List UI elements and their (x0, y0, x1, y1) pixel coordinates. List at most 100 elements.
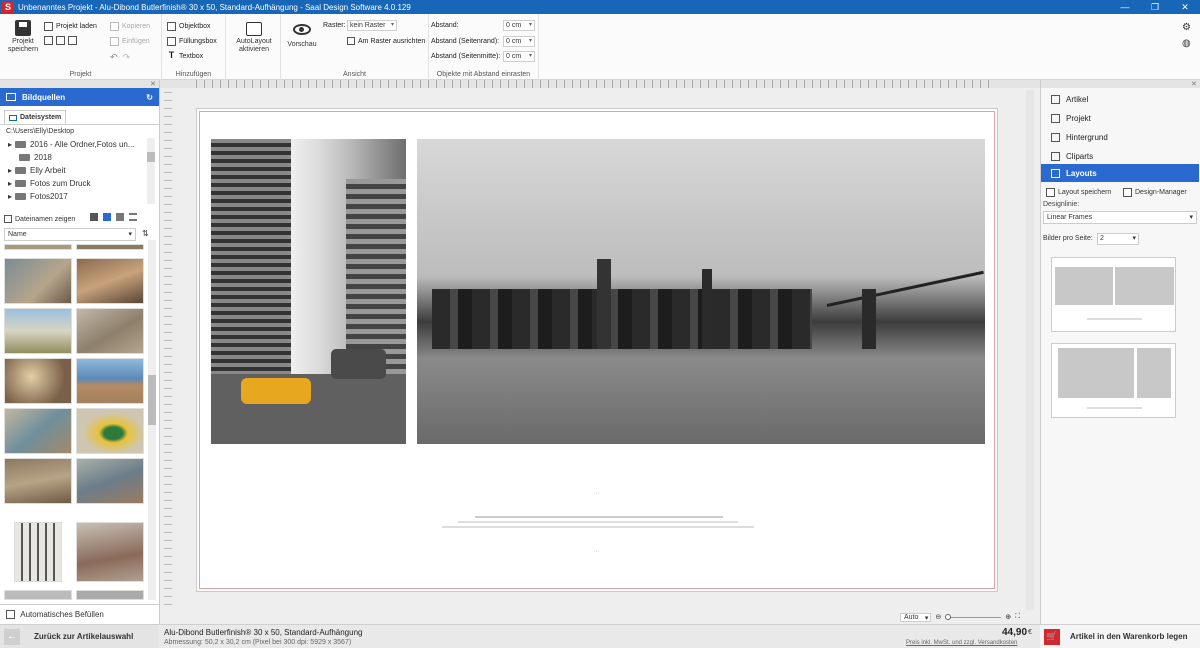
print-icon[interactable] (68, 36, 77, 45)
nav-projekt[interactable]: Projekt (1041, 109, 1199, 127)
textbox-button[interactable]: T Textbox (167, 51, 204, 61)
text-placeholder-line (475, 516, 723, 518)
image-thumbnail[interactable] (76, 358, 144, 404)
image-thumbnail[interactable] (76, 258, 144, 304)
image-thumbnail[interactable] (76, 244, 144, 250)
image-thumbnail[interactable] (4, 258, 72, 304)
fit-screen-icon[interactable]: ⛶ (1015, 613, 1020, 621)
export-icon[interactable] (56, 36, 65, 45)
product-dimensions: Abmessung: 50,2 x 30,2 cm (Pixel bei 300… (164, 639, 352, 646)
am-raster-checkbox[interactable]: Am Raster ausrichten (347, 37, 425, 45)
new-doc-buttons[interactable] (44, 36, 80, 45)
image-thumbnail[interactable] (76, 308, 144, 354)
autolayout-button[interactable]: AutoLayout aktivieren (228, 22, 280, 54)
undo-redo[interactable]: ↶ ↷ (110, 52, 130, 63)
grid-medium-icon[interactable] (103, 213, 111, 221)
objektbox-button[interactable]: Objektbox (167, 22, 211, 31)
bilder-pro-seite-dropdown[interactable]: 2 ▾ (1097, 233, 1139, 245)
show-filenames-checkbox[interactable]: Dateinamen zeigen (4, 215, 75, 223)
nav-cliparts[interactable]: Cliparts (1041, 147, 1199, 165)
load-project-button[interactable]: Projekt laden (44, 22, 97, 31)
autofill-button[interactable]: Automatisches Befüllen (0, 604, 159, 624)
tree-folder[interactable]: ▸ Fotos zum Druck (8, 179, 90, 188)
image-thumbnail[interactable] (4, 358, 72, 404)
image-thumbnail[interactable] (14, 522, 62, 582)
expand-icon[interactable]: ▸ (8, 192, 12, 201)
nav-layouts[interactable]: Layouts (1041, 164, 1199, 182)
currency: € (1028, 629, 1032, 636)
image-thumbnail[interactable] (4, 308, 72, 354)
grid-large-icon[interactable] (90, 213, 98, 221)
image-thumbnail[interactable] (76, 408, 144, 454)
tree-folder[interactable]: 2018 (16, 153, 52, 162)
canvas-vscrollbar[interactable] (1026, 90, 1034, 610)
view-mode-buttons[interactable] (90, 213, 137, 221)
design-manager-button[interactable]: Design-Manager (1123, 188, 1187, 197)
zoom-in-icon[interactable]: ⊕ (1005, 613, 1011, 621)
image-thumbnail[interactable] (4, 408, 72, 454)
copy-button[interactable]: Kopieren (110, 22, 150, 31)
globe-icon[interactable]: ◍ (1182, 38, 1191, 49)
gear-icon[interactable]: ⚙ (1182, 22, 1191, 33)
expand-icon[interactable]: ▸ (8, 179, 12, 188)
bilder-pro-seite-label: Bilder pro Seite: (1043, 235, 1093, 242)
back-button[interactable]: ← Zurück zur Artikelauswahl (0, 625, 158, 648)
layout-option[interactable] (1051, 257, 1176, 332)
save-layout-button[interactable]: Layout speichern (1046, 188, 1111, 197)
designlinie-dropdown[interactable]: Linear Frames ▾ (1043, 211, 1197, 224)
panel-grip (0, 80, 159, 88)
abstand-dropdown[interactable]: 0 cm (503, 20, 535, 31)
abstand-mitte-dropdown[interactable]: 0 cm (503, 51, 535, 62)
save-layout-label: Layout speichern (1058, 189, 1112, 196)
maximize-icon[interactable]: ❐ (1140, 0, 1170, 14)
zoom-out-icon[interactable]: ⊖ (935, 613, 941, 621)
layout-option[interactable] (1051, 343, 1176, 418)
photo-frame-street[interactable] (211, 139, 406, 444)
group-label-hinzufuegen: Hinzufügen (175, 71, 212, 78)
tree-folder[interactable]: ▸ 2016 - Alle Ordner,Fotos un... (8, 140, 135, 149)
nav-hintergrund[interactable]: Hintergrund (1041, 128, 1199, 146)
image-thumbnail[interactable] (4, 244, 72, 250)
tree-folder[interactable]: ▸ Fotos2017 (8, 192, 68, 201)
fuellungsbox-button[interactable]: Füllungsbox (167, 37, 217, 46)
image-thumbnail[interactable] (76, 458, 144, 504)
zoom-dropdown[interactable]: Auto ▾ (900, 612, 932, 622)
refresh-icon[interactable]: ↻ (146, 93, 153, 102)
nav-artikel[interactable]: Artikel (1041, 90, 1199, 108)
list-icon[interactable] (129, 213, 137, 221)
thumbnail-scrollbar[interactable] (148, 240, 156, 600)
grid-small-icon[interactable] (116, 213, 124, 221)
add-to-cart-button[interactable]: 🛒 Artikel in den Warenkorb legen (1040, 625, 1200, 648)
tab-dateisystem[interactable]: Dateisystem (4, 110, 67, 124)
cart-label: Artikel in den Warenkorb legen (1070, 632, 1188, 641)
undo-icon[interactable]: ↶ (110, 52, 118, 63)
group-abstand: Abstand: 0 cm Abstand (Seitenrand): 0 cm… (429, 14, 539, 80)
abstand-rand-label: Abstand (Seitenrand): (431, 38, 500, 45)
photo-frame-skyline[interactable] (417, 139, 985, 444)
abstand-rand-dropdown[interactable]: 0 cm (503, 36, 535, 47)
image-thumbnail[interactable] (76, 522, 144, 582)
raster-dropdown[interactable]: kein Raster (347, 20, 397, 31)
panel-close-icon[interactable]: ✕ (1191, 80, 1197, 88)
save-project-button[interactable]: Projekt speichern (6, 20, 40, 54)
price-note-link[interactable]: Preis inkl. MwSt. und zzgl. Versandkoste… (906, 640, 1017, 646)
panel-close-icon[interactable]: ✕ (150, 80, 156, 88)
objektbox-icon (167, 22, 176, 31)
image-thumbnail[interactable] (4, 590, 72, 600)
image-thumbnail[interactable] (76, 590, 144, 600)
tree-scrollbar[interactable] (147, 138, 155, 204)
close-icon[interactable]: ✕ (1170, 0, 1200, 14)
expand-icon[interactable]: ▸ (8, 140, 12, 149)
tree-folder[interactable]: ▸ Elly Arbeit (8, 166, 66, 175)
textbox-label: Textbox (179, 53, 204, 60)
minimize-icon[interactable]: — (1110, 0, 1140, 14)
expand-icon[interactable]: ▸ (8, 166, 12, 175)
image-thumbnail[interactable] (4, 458, 72, 504)
preview-button[interactable]: Vorschau (285, 22, 319, 49)
new-page-icon[interactable] (44, 36, 53, 45)
redo-icon[interactable]: ↷ (123, 52, 131, 63)
zoom-slider[interactable] (945, 613, 1002, 620)
sort-dropdown[interactable]: Name ▾ (4, 228, 136, 241)
sort-order-icon[interactable]: ⇅ (142, 229, 149, 238)
paste-button[interactable]: Einfügen (110, 37, 150, 46)
